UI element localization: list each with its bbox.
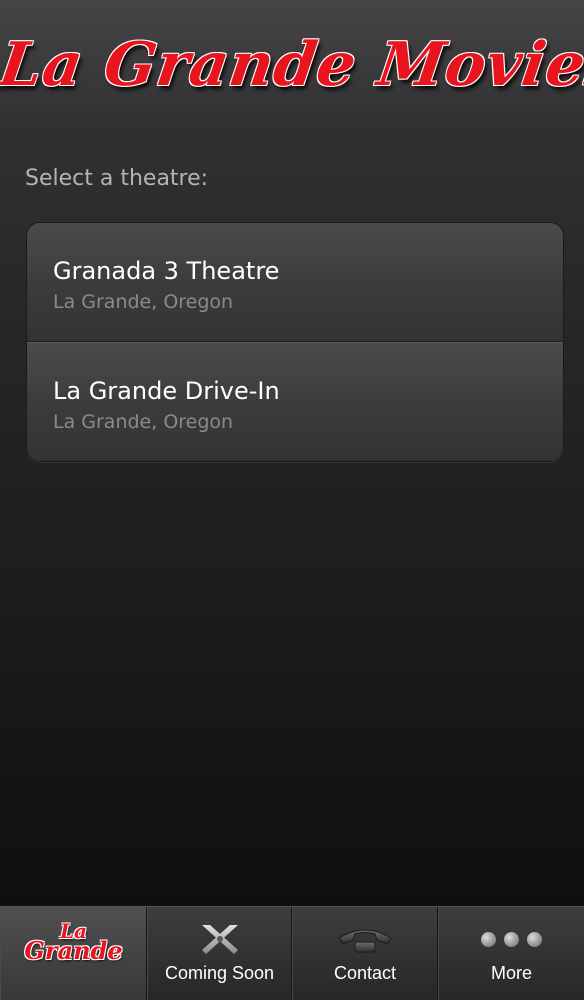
scissors-icon bbox=[148, 919, 291, 959]
home-logo-line2: Grande bbox=[24, 936, 123, 965]
theatre-location: La Grande, Oregon bbox=[53, 291, 234, 313]
theatre-item-granada[interactable]: Granada 3 Theatre La Grande, Oregon bbox=[27, 223, 563, 341]
app-logo: La Grande Movies bbox=[0, 30, 584, 100]
tab-more[interactable]: More bbox=[438, 907, 584, 1000]
theatre-list: Granada 3 Theatre La Grande, Oregon La G… bbox=[26, 222, 564, 462]
more-dots-icon bbox=[439, 919, 584, 959]
tab-label: Coming Soon bbox=[164, 963, 275, 983]
theatre-item-drive-in[interactable]: La Grande Drive-In La Grande, Oregon bbox=[27, 343, 563, 461]
tab-contact[interactable]: Contact bbox=[292, 907, 438, 1000]
theatre-name: Granada 3 Theatre bbox=[53, 257, 280, 285]
tab-bar: La Grande Coming Soon Contact More bbox=[0, 906, 584, 1000]
tab-label: More bbox=[490, 963, 532, 983]
tab-home[interactable]: La Grande bbox=[0, 907, 147, 1000]
phone-icon bbox=[293, 919, 437, 959]
home-logo-icon: La Grande bbox=[1, 921, 146, 963]
theatre-name: La Grande Drive-In bbox=[53, 377, 280, 405]
select-theatre-prompt: Select a theatre: bbox=[25, 166, 209, 191]
app-header: La Grande Movies bbox=[0, 0, 584, 140]
theatre-location: La Grande, Oregon bbox=[53, 411, 234, 433]
tab-coming-soon[interactable]: Coming Soon bbox=[147, 907, 292, 1000]
tab-label: Contact bbox=[333, 963, 397, 983]
